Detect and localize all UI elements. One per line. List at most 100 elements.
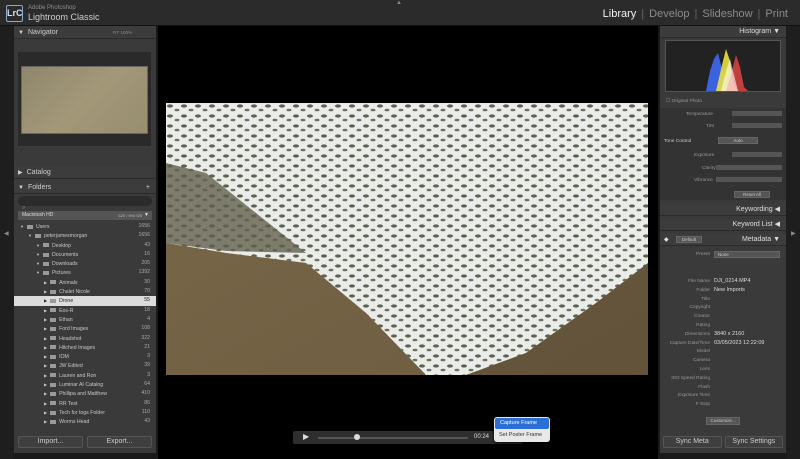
disclosure-icon[interactable]: ▶ (44, 289, 47, 294)
folder-row[interactable]: ▶ Animals 30 (14, 278, 156, 287)
folder-icon (42, 243, 49, 248)
folder-row[interactable]: ▶ JW Edited 39 (14, 361, 156, 370)
folder-row[interactable]: ▶ Chalet Nicole 70 (14, 287, 156, 296)
disclosure-icon[interactable]: ▶ (44, 363, 47, 368)
field-value[interactable]: DJI_0214.MP4 (714, 278, 750, 284)
temperature-buttons[interactable] (732, 111, 782, 116)
metadata-preset-select[interactable]: None (714, 251, 780, 258)
folder-row[interactable]: ▼ peterjamesmorgan 1656 (14, 231, 156, 240)
disclosure-icon[interactable]: ▼ (36, 252, 40, 257)
navigator-header[interactable]: ▼ Navigator FIT 100% (14, 26, 156, 39)
folder-row[interactable]: ▼ Desktop 43 (14, 241, 156, 250)
module-print[interactable]: Print (765, 8, 788, 20)
folder-row[interactable]: ▶ Luminar AI Catalog 64 (14, 380, 156, 389)
original-photo-checkbox[interactable]: ☐ Original Photo (666, 99, 702, 104)
metadata-field: ISO Speed Rating (660, 375, 786, 384)
disclosure-icon[interactable]: ▶ (44, 382, 47, 387)
folder-row[interactable]: ▶ Ethan 4 (14, 315, 156, 324)
folder-row[interactable]: ▶ Hitched Images 21 (14, 343, 156, 352)
folder-row[interactable]: ▼ Pictures 1392 (14, 268, 156, 277)
folder-row[interactable]: ▶ IOM 3 (14, 352, 156, 361)
folder-row[interactable]: ▼ Downloads 205 (14, 259, 156, 268)
folder-name: Headshot (59, 335, 82, 342)
left-collapse-icon[interactable]: ◀ (4, 230, 9, 237)
module-library[interactable]: Library (603, 8, 637, 20)
disclosure-icon[interactable]: ▶ (44, 326, 47, 331)
disclosure-icon[interactable]: ▼ (28, 233, 32, 238)
right-panel-strip[interactable] (786, 26, 800, 459)
field-value[interactable]: 03/05/2023 12:22:09 (714, 340, 764, 346)
folder-row[interactable]: ▶ Drone 55 (14, 296, 156, 306)
disclosure-icon[interactable]: ▶ (44, 317, 47, 322)
folder-name: Desktop (51, 242, 71, 249)
catalog-header[interactable]: ▶ Catalog (14, 166, 156, 179)
disclosure-icon[interactable]: ▼ (36, 261, 40, 266)
disclosure-icon[interactable]: ▶ (44, 280, 47, 285)
play-icon[interactable]: ▶ (303, 432, 309, 441)
disclosure-icon[interactable]: ▼ (36, 270, 40, 275)
folder-row[interactable]: ▶ Lauren and Ron 3 (14, 371, 156, 380)
customize-button[interactable]: Customize... (706, 417, 740, 425)
keywording-header[interactable]: Keywording ◀ (660, 204, 786, 216)
module-develop[interactable]: Develop (649, 8, 689, 20)
folder-count: 3 (147, 371, 150, 378)
folder-row[interactable]: ▶ Headshot 322 (14, 334, 156, 343)
disclosure-icon[interactable]: ▶ (44, 308, 47, 313)
video-frame[interactable] (166, 103, 648, 375)
disclosure-icon[interactable]: ▼ (36, 243, 40, 248)
disclosure-icon[interactable]: ▶ (44, 410, 47, 415)
folders-header[interactable]: ▼ Folders + (14, 181, 156, 194)
reset-all-button[interactable]: Reset All (734, 191, 770, 198)
keyword-list-header[interactable]: Keyword List ◀ (660, 219, 786, 231)
tint-buttons[interactable] (732, 123, 782, 128)
right-collapse-icon[interactable]: ▶ (791, 230, 796, 237)
disclosure-icon[interactable]: ▶ (44, 373, 47, 378)
sync-settings-button[interactable]: Sync Settings (724, 436, 783, 448)
video-scrubber[interactable] (318, 437, 468, 439)
metadata-header[interactable]: ◆ Default Metadata ▼ (660, 234, 786, 246)
folder-row[interactable]: ▼ Documents 16 (14, 250, 156, 259)
disclosure-icon[interactable]: ▶ (44, 354, 47, 359)
disclosure-icon[interactable]: ▼ (20, 224, 24, 229)
folder-count: 21 (144, 343, 150, 350)
vibrance-buttons[interactable] (716, 177, 782, 182)
module-slideshow[interactable]: Slideshow (702, 8, 752, 20)
capture-frame-item[interactable]: Capture Frame (495, 418, 549, 429)
folder-row[interactable]: ▶ Ford Images 108 (14, 324, 156, 333)
add-folder-icon[interactable]: + (146, 181, 150, 194)
metadata-field: Lens (660, 366, 786, 375)
sync-metadata-button[interactable]: Sync Meta (663, 436, 722, 448)
scrubber-handle[interactable] (354, 434, 360, 440)
field-value[interactable]: New Imports (714, 287, 745, 293)
metadata-view-select[interactable]: Default (676, 236, 702, 243)
disclosure-icon[interactable]: ▶ (44, 401, 47, 406)
folder-name: Tech for togs Folder (59, 409, 105, 416)
field-value[interactable]: 3840 x 2160 (714, 331, 744, 337)
folder-row[interactable]: ▶ Eos-R 18 (14, 306, 156, 315)
folder-icon (50, 336, 57, 341)
folder-row[interactable]: ▶ Tech for togs Folder 110 (14, 408, 156, 417)
top-panel-toggle-icon[interactable]: ▲ (396, 0, 402, 6)
navigator-thumbnail[interactable] (21, 66, 148, 134)
left-panel-strip[interactable] (0, 26, 14, 459)
disclosure-icon[interactable]: ▶ (44, 419, 47, 424)
import-button[interactable]: Import... (18, 436, 83, 448)
histogram-header[interactable]: Histogram ▼ (660, 26, 786, 38)
folder-search-input[interactable]: ⌕ (18, 196, 152, 211)
folder-row[interactable]: ▶ RR Test 86 (14, 399, 156, 408)
exposure-buttons[interactable] (732, 152, 782, 157)
export-button[interactable]: Export... (87, 436, 152, 448)
disclosure-icon[interactable]: ▶ (44, 345, 47, 350)
disclosure-icon[interactable]: ▶ (44, 336, 47, 341)
clarity-buttons[interactable] (716, 165, 782, 170)
auto-tone-button[interactable]: Auto (718, 137, 758, 144)
disclosure-icon[interactable]: ▶ (44, 391, 47, 396)
folder-row[interactable]: ▶ Worms Head 43 (14, 417, 156, 426)
volume-row[interactable]: Macintosh HD 620 / 994 GB ▼ (18, 211, 152, 220)
folder-row[interactable]: ▼ Users 1656 (14, 222, 156, 231)
folder-row[interactable]: ▶ Phillipa and Matthew 410 (14, 389, 156, 398)
set-poster-frame-item[interactable]: Set Poster Frame (494, 430, 550, 441)
field-label: Creator (694, 314, 710, 320)
folder-name: Chalet Nicole (59, 289, 90, 296)
disclosure-icon[interactable]: ▶ (44, 298, 47, 303)
